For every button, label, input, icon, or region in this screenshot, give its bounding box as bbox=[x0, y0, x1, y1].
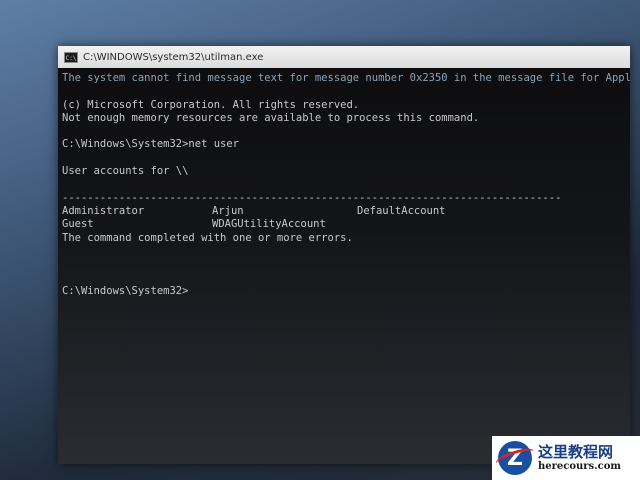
watermark-logo-icon: Z bbox=[498, 441, 532, 475]
window-title: C:\WINDOWS\system32\utilman.exe bbox=[83, 51, 264, 63]
completion-message: The command completed with one or more e… bbox=[62, 231, 353, 244]
watermark-en-text: herecours.com bbox=[538, 461, 622, 472]
account-name: DefaultAccount bbox=[357, 204, 446, 217]
cmd-window[interactable]: C:\ C:\WINDOWS\system32\utilman.exe The … bbox=[58, 46, 630, 464]
copyright-line: (c) Microsoft Corporation. All rights re… bbox=[62, 98, 360, 111]
command-line: C:\Windows\System32>net user bbox=[62, 138, 240, 151]
error-message-line: The system cannot find message text for … bbox=[62, 72, 630, 84]
console-output[interactable]: The system cannot find message text for … bbox=[58, 68, 630, 298]
account-name: Guest bbox=[62, 218, 94, 231]
site-watermark: Z 这里教程网 herecours.com bbox=[492, 436, 640, 480]
prompt-text: C:\Windows\System32> bbox=[62, 284, 189, 297]
cmd-icon: C:\ bbox=[64, 51, 78, 63]
accounts-row: Guest WDAGUtilityAccount bbox=[62, 218, 626, 231]
command-prompt[interactable]: C:\Windows\System32> bbox=[62, 285, 626, 298]
accounts-row: Administrator Arjun DefaultAccount bbox=[62, 205, 626, 218]
account-name: WDAGUtilityAccount bbox=[212, 218, 326, 231]
watermark-cn-text: 这里教程网 bbox=[538, 443, 614, 461]
account-name: Administrator bbox=[62, 204, 145, 217]
account-name: Arjun bbox=[212, 204, 244, 217]
account-name bbox=[357, 218, 507, 231]
text-cursor bbox=[188, 285, 195, 298]
title-bar[interactable]: C:\ C:\WINDOWS\system32\utilman.exe bbox=[58, 46, 630, 68]
memory-error-line: Not enough memory resources are availabl… bbox=[62, 111, 480, 124]
separator-line: ----------------------------------------… bbox=[62, 191, 562, 204]
accounts-header: User accounts for \\ bbox=[62, 165, 189, 178]
